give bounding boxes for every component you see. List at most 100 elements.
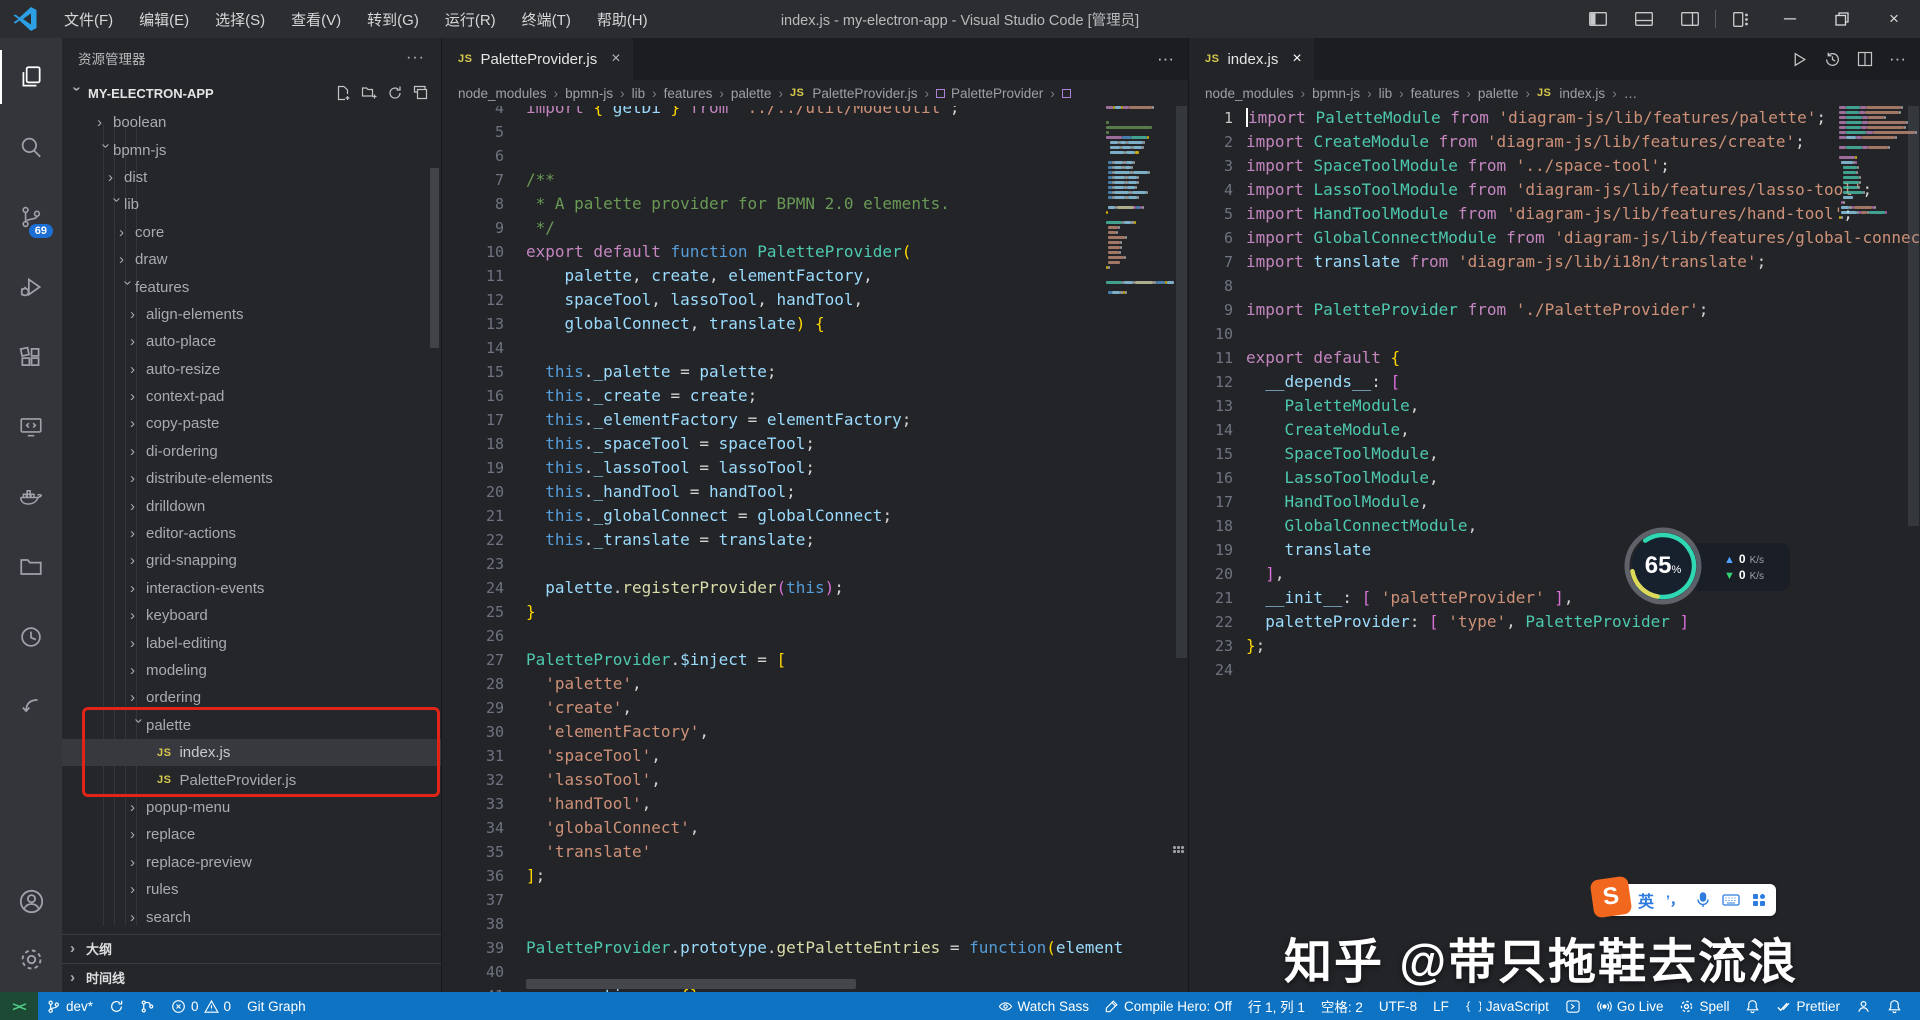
breadcrumb-item[interactable]: features xyxy=(664,86,713,101)
status-language-mode[interactable]: { } JavaScript xyxy=(1457,992,1557,1020)
tree-item-palette[interactable]: › palette xyxy=(62,712,441,739)
outline-section[interactable]: › 大纲 xyxy=(62,934,441,962)
tree-item-di-ordering[interactable]: › di-ordering xyxy=(62,438,441,465)
tree-item-popup-menu[interactable]: › popup-menu xyxy=(62,794,441,821)
breadcrumb-item[interactable]: bpmn-js xyxy=(565,86,613,101)
menu-1[interactable]: 文件(F) xyxy=(52,4,125,35)
menu-3[interactable]: 选择(S) xyxy=(203,4,277,35)
breadcrumb-item[interactable]: features xyxy=(1411,86,1460,101)
tab-index[interactable]: JS index.js × xyxy=(1189,38,1314,80)
tree-item-auto-resize[interactable]: › auto-resize xyxy=(62,356,441,383)
activity-project-manager-icon[interactable] xyxy=(0,540,62,594)
tree-item-index.js[interactable]: JS index.js xyxy=(62,738,441,767)
status-sync-changes[interactable] xyxy=(101,992,132,1020)
status-watch-sass[interactable]: Watch Sass xyxy=(990,992,1098,1020)
activity-settings-icon[interactable] xyxy=(0,932,62,986)
keyboard-icon[interactable] xyxy=(1722,893,1740,907)
status-notifications-alt[interactable] xyxy=(1737,992,1768,1020)
tree-item-PaletteProvider.js[interactable]: JS PaletteProvider.js xyxy=(62,766,441,793)
editor-scrollbar[interactable] xyxy=(1908,106,1919,526)
status-indentation[interactable]: 空格: 2 xyxy=(1313,992,1371,1020)
timeline-section[interactable]: › 时间线 xyxy=(62,963,441,991)
tree-item-replace[interactable]: › replace xyxy=(62,821,441,848)
tree-item-bpmn-js[interactable]: › bpmn-js xyxy=(62,136,441,163)
tree-item-replace-preview[interactable]: › replace-preview xyxy=(62,849,441,876)
tree-item-dist[interactable]: › dist xyxy=(62,164,441,191)
activity-docker-icon[interactable] xyxy=(0,470,62,524)
more-actions-icon[interactable]: ··· xyxy=(406,49,425,67)
status-git-graph-action[interactable] xyxy=(132,992,163,1020)
ime-punctuation-toggle[interactable]: ’， xyxy=(1666,890,1684,910)
tree-item-search[interactable]: › search xyxy=(62,903,441,930)
activity-gitlens-icon[interactable] xyxy=(0,680,62,734)
tree-item-boolean[interactable]: › boolean xyxy=(62,109,441,136)
toggle-sidebar-icon[interactable] xyxy=(1575,0,1621,38)
tree-item-auto-place[interactable]: › auto-place xyxy=(62,328,441,355)
breadcrumb-item[interactable]: bpmn-js xyxy=(1312,86,1360,101)
menu-2[interactable]: 编辑(E) xyxy=(127,4,201,35)
run-icon[interactable] xyxy=(1791,51,1808,68)
editor-scrollbar[interactable] xyxy=(1176,106,1187,658)
status-remote-indicator[interactable]: >< xyxy=(0,992,38,1020)
menu-4[interactable]: 查看(V) xyxy=(279,4,353,35)
activity-extensions-icon[interactable] xyxy=(0,330,62,384)
breadcrumb-item[interactable]: … xyxy=(1624,86,1638,101)
breadcrumb-item[interactable]: palette xyxy=(1478,86,1519,101)
activity-git-history-icon[interactable] xyxy=(0,610,62,664)
ime-language-toggle[interactable]: 英 xyxy=(1638,888,1654,912)
status-encoding[interactable]: UTF-8 xyxy=(1371,992,1425,1020)
minimize-button[interactable]: ─ xyxy=(1764,0,1816,38)
status-feedback[interactable] xyxy=(1848,992,1879,1020)
tree-item-align-elements[interactable]: › align-elements xyxy=(62,301,441,328)
tree-item-interaction-events[interactable]: › interaction-events xyxy=(62,575,441,602)
tab-paletteprovider[interactable]: JS PaletteProvider.js × xyxy=(442,38,633,80)
breadcrumb-item[interactable]: palette xyxy=(731,86,772,101)
close-button[interactable]: × xyxy=(1868,0,1920,38)
microphone-icon[interactable] xyxy=(1696,892,1710,908)
tree-item-editor-actions[interactable]: › editor-actions xyxy=(62,520,441,547)
status-problems[interactable]: 00 xyxy=(163,992,239,1020)
activity-explorer-icon[interactable] xyxy=(0,50,62,104)
timeline-history-icon[interactable] xyxy=(1824,51,1841,68)
editor-more-actions-icon[interactable]: ··· xyxy=(1157,49,1174,69)
scrollbar-drag-handle[interactable] xyxy=(1173,846,1187,856)
status-compile-hero[interactable]: Compile Hero: Off xyxy=(1097,992,1240,1020)
status-cursor-position[interactable]: 行 1, 列 1 xyxy=(1240,992,1313,1020)
menu-7[interactable]: 终端(T) xyxy=(510,4,583,35)
tree-item-keyboard[interactable]: › keyboard xyxy=(62,602,441,629)
breadcrumb-item[interactable]: node_modules xyxy=(1205,86,1294,101)
minimap[interactable] xyxy=(1106,106,1178,296)
sidebar-scrollbar[interactable] xyxy=(430,168,439,348)
tree-item-ordering[interactable]: › ordering xyxy=(62,684,441,711)
code-editor[interactable]: 1 2 3 4 5 6 7 8 9 10 11 12 13 14 15 16 17 18 19 20 21 22 23 24 … xyxy=(1189,106,1920,992)
activity-run-debug-icon[interactable] xyxy=(0,260,62,314)
status-eol[interactable]: LF xyxy=(1425,992,1457,1020)
tree-item-grid-snapping[interactable]: › grid-snapping xyxy=(62,547,441,574)
tree-item-features[interactable]: › features xyxy=(62,273,441,300)
minimap[interactable] xyxy=(1839,106,1917,226)
tree-item-context-pad[interactable]: › context-pad xyxy=(62,383,441,410)
status-spell-checker[interactable]: Spell xyxy=(1671,992,1737,1020)
tree-item-copy-paste[interactable]: › copy-paste xyxy=(62,410,441,437)
tree-item-distribute-elements[interactable]: › distribute-elements xyxy=(62,465,441,492)
activity-remote-explorer-icon[interactable] xyxy=(0,400,62,454)
new-folder-icon[interactable] xyxy=(361,85,377,101)
performance-gauge-overlay[interactable]: 65% xyxy=(1624,527,1702,605)
split-editor-icon[interactable] xyxy=(1857,51,1873,67)
activity-account-icon[interactable] xyxy=(0,874,62,928)
activity-source-control-icon[interactable]: 69 xyxy=(0,190,62,244)
breadcrumb-item[interactable]: lib xyxy=(632,86,646,101)
tree-item-modeling[interactable]: › modeling xyxy=(62,657,441,684)
breadcrumb[interactable]: node_modules › bpmn-js › lib › features › palett… xyxy=(1189,80,1920,106)
close-icon[interactable]: × xyxy=(1292,50,1301,68)
breadcrumb-item[interactable]: PaletteProvider xyxy=(951,86,1043,101)
status-notifications[interactable] xyxy=(1879,992,1910,1020)
status-port-panel[interactable] xyxy=(1557,992,1589,1020)
tree-item-label-editing[interactable]: › label-editing xyxy=(62,629,441,656)
customize-layout-icon[interactable] xyxy=(1718,0,1764,38)
menu-8[interactable]: 帮助(H) xyxy=(585,4,660,35)
status-git-graph[interactable]: Git Graph xyxy=(239,992,314,1020)
tree-item-core[interactable]: › core xyxy=(62,219,441,246)
breadcrumb-item[interactable]: lib xyxy=(1379,86,1393,101)
status-prettier[interactable]: Prettier xyxy=(1768,992,1848,1020)
